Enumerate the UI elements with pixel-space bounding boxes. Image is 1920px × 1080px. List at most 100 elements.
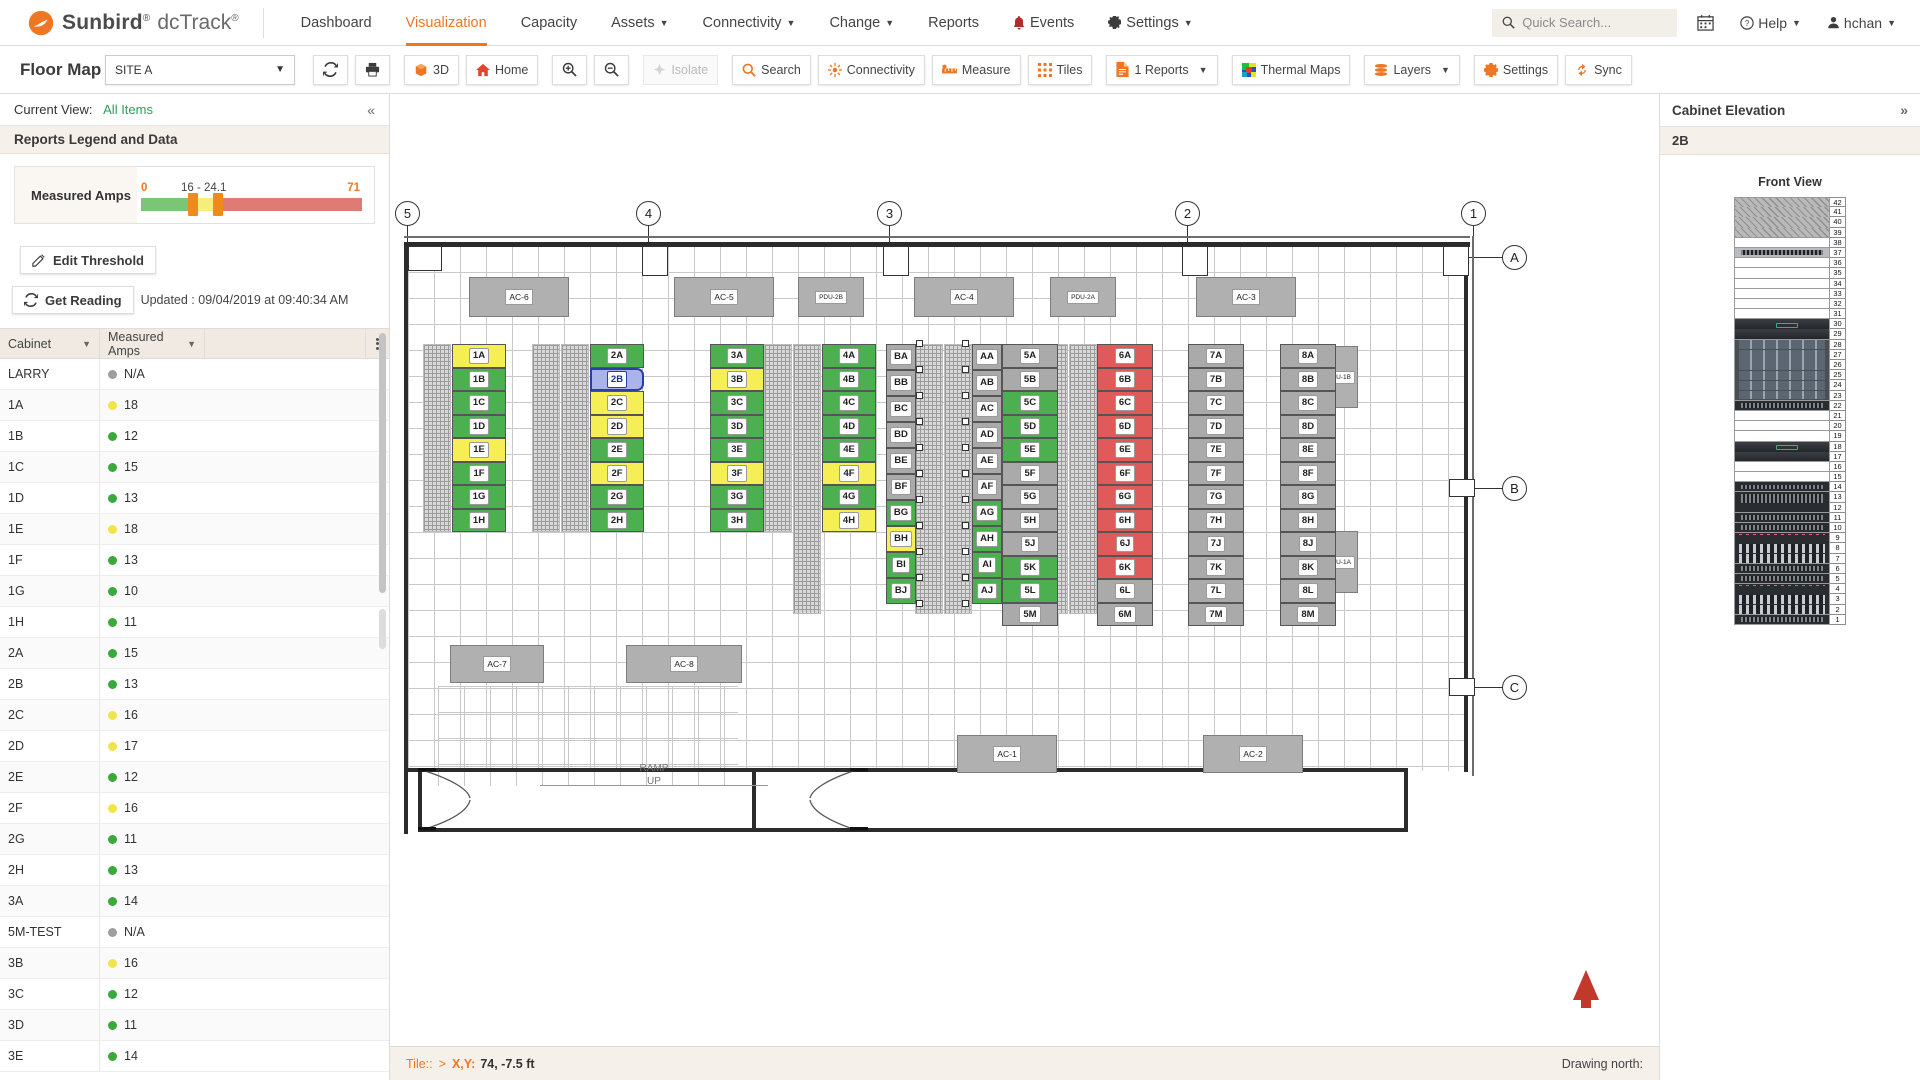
nav-reports[interactable]: Reports xyxy=(911,0,996,46)
isolate-button[interactable]: Isolate xyxy=(643,54,719,85)
zoom-out-button[interactable] xyxy=(594,54,630,85)
cabinet-2h[interactable]: 2H xyxy=(590,508,644,532)
rack-device-server2u[interactable] xyxy=(1734,492,1830,503)
cabinet-7b[interactable]: 7B xyxy=(1188,367,1244,391)
rack-device-blade[interactable] xyxy=(1734,390,1830,401)
cabinet-3a[interactable]: 3A xyxy=(710,344,764,368)
settings-button[interactable]: Settings xyxy=(1473,54,1559,85)
cabinet-1f[interactable]: 1F xyxy=(452,461,506,485)
equipment-pdu-2a[interactable]: PDU-2A xyxy=(1050,277,1116,317)
nav-visualization[interactable]: Visualization xyxy=(389,0,504,46)
cabinet-ab[interactable]: AB xyxy=(972,370,1002,396)
cabinet-bh[interactable]: BH xyxy=(886,526,916,552)
cabinet-bj[interactable]: BJ xyxy=(886,578,916,604)
cabinet-4e[interactable]: 4E xyxy=(822,438,876,462)
cabinet-8g[interactable]: 8G xyxy=(1280,485,1336,509)
cabinet-4c[interactable]: 4C xyxy=(822,391,876,415)
table-row[interactable]: 1C 15 xyxy=(0,452,389,483)
table-row[interactable]: 1E 18 xyxy=(0,514,389,545)
rack-device-server2u[interactable] xyxy=(1734,502,1830,513)
measure-button[interactable]: Measure xyxy=(931,54,1021,85)
cabinet-8f[interactable]: 8F xyxy=(1280,461,1336,485)
table-scrollbar-track[interactable] xyxy=(379,609,386,649)
cabinet-8k[interactable]: 8K xyxy=(1280,555,1336,579)
cabinet-5h[interactable]: 5H xyxy=(1002,508,1058,532)
cabinet-6j[interactable]: 6J xyxy=(1097,532,1153,556)
rack-device-diskarray[interactable] xyxy=(1734,584,1830,595)
legend-handle-low[interactable] xyxy=(188,193,199,216)
cabinet-ag[interactable]: AG xyxy=(972,500,1002,526)
quick-search-input[interactable]: Quick Search... xyxy=(1492,8,1678,37)
equipment-ac-7[interactable]: AC-7 xyxy=(450,645,544,683)
cabinet-5l[interactable]: 5L xyxy=(1002,579,1058,603)
column-header-cabinet[interactable]: Cabinet ▼ xyxy=(0,329,100,358)
user-menu[interactable]: hchan ▼ xyxy=(1821,0,1902,46)
rack-device-storage[interactable] xyxy=(1734,329,1830,340)
cabinet-1b[interactable]: 1B xyxy=(452,367,506,391)
cabinet-5c[interactable]: 5C xyxy=(1002,391,1058,415)
calendar-button[interactable] xyxy=(1691,0,1720,46)
nav-settings[interactable]: Settings ▼ xyxy=(1091,0,1209,46)
cabinet-6c[interactable]: 6C xyxy=(1097,391,1153,415)
cabinet-6f[interactable]: 6F xyxy=(1097,461,1153,485)
site-select[interactable]: SITE A ▼ xyxy=(105,54,295,85)
sync-button[interactable]: Sync xyxy=(1565,54,1632,85)
cabinet-2b[interactable]: 2B xyxy=(590,367,644,391)
equipment-ac-5[interactable]: AC-5 xyxy=(674,277,774,317)
cabinet-bg[interactable]: BG xyxy=(886,500,916,526)
cabinet-ba[interactable]: BA xyxy=(886,344,916,370)
table-row[interactable]: 1A 18 xyxy=(0,390,389,421)
cabinet-be[interactable]: BE xyxy=(886,448,916,474)
print-button[interactable] xyxy=(355,54,390,85)
cabinet-5j[interactable]: 5J xyxy=(1002,532,1058,556)
connectivity-button[interactable]: Connectivity xyxy=(817,54,925,85)
cabinet-5b[interactable]: 5B xyxy=(1002,367,1058,391)
nav-assets[interactable]: Assets ▼ xyxy=(594,0,685,46)
cabinet-1d[interactable]: 1D xyxy=(452,414,506,438)
cabinet-7a[interactable]: 7A xyxy=(1188,344,1244,368)
legend-handle-high[interactable] xyxy=(212,193,223,216)
rack-device-diskarray[interactable] xyxy=(1734,543,1830,554)
table-row[interactable]: 3E 14 xyxy=(0,1041,389,1072)
get-reading-button[interactable]: Get Reading xyxy=(12,286,134,314)
equipment-pdu-2b[interactable]: PDU-2B xyxy=(798,277,864,317)
cabinet-ah[interactable]: AH xyxy=(972,526,1002,552)
rack-device-server1u[interactable] xyxy=(1734,482,1830,493)
chevron-double-right-icon[interactable]: » xyxy=(1900,102,1908,118)
table-row[interactable]: 2G 11 xyxy=(0,824,389,855)
table-row[interactable]: 2D 17 xyxy=(0,731,389,762)
cabinet-7c[interactable]: 7C xyxy=(1188,391,1244,415)
equipment-ac-6[interactable]: AC-6 xyxy=(469,277,569,317)
nav-events[interactable]: Events xyxy=(996,0,1091,46)
help-menu[interactable]: ? Help ▼ xyxy=(1734,0,1807,46)
cabinet-6l[interactable]: 6L xyxy=(1097,579,1153,603)
cabinet-4a[interactable]: 4A xyxy=(822,344,876,368)
cabinet-6g[interactable]: 6G xyxy=(1097,485,1153,509)
cabinet-7k[interactable]: 7K xyxy=(1188,555,1244,579)
rack-device-server1u[interactable] xyxy=(1734,400,1830,411)
refresh-button[interactable] xyxy=(313,54,348,85)
cabinet-7h[interactable]: 7H xyxy=(1188,508,1244,532)
rack-device-diskarray[interactable] xyxy=(1734,553,1830,564)
cabinet-8m[interactable]: 8M xyxy=(1280,602,1336,626)
table-row[interactable]: 2C 16 xyxy=(0,700,389,731)
nav-change[interactable]: Change ▼ xyxy=(812,0,911,46)
cabinet-7d[interactable]: 7D xyxy=(1188,414,1244,438)
chevron-double-left-icon[interactable]: « xyxy=(367,102,375,118)
cabinet-bb[interactable]: BB xyxy=(886,370,916,396)
rack-device-blank-h[interactable] xyxy=(1734,207,1830,218)
table-row[interactable]: 5M-TEST N/A xyxy=(0,917,389,948)
rack-device-blade[interactable] xyxy=(1734,360,1830,371)
table-row[interactable]: 1H 11 xyxy=(0,607,389,638)
legend-scale[interactable]: 0 16 - 24.1 71 xyxy=(137,174,374,216)
nav-dashboard[interactable]: Dashboard xyxy=(284,0,389,46)
cabinet-7e[interactable]: 7E xyxy=(1188,438,1244,462)
layers-button[interactable]: Layers ▼ xyxy=(1364,54,1460,85)
cabinet-6k[interactable]: 6K xyxy=(1097,555,1153,579)
cabinet-bf[interactable]: BF xyxy=(886,474,916,500)
cabinet-4b[interactable]: 4B xyxy=(822,367,876,391)
rack-device-server1u[interactable] xyxy=(1734,563,1830,574)
cabinet-5m[interactable]: 5M xyxy=(1002,602,1058,626)
cabinet-7j[interactable]: 7J xyxy=(1188,532,1244,556)
cabinet-3h[interactable]: 3H xyxy=(710,508,764,532)
